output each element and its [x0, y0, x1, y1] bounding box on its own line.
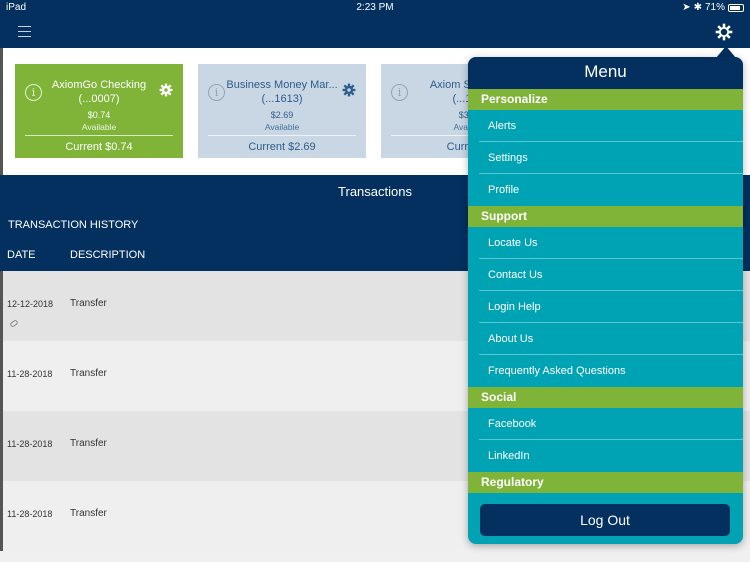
section-personalize: Personalize — [468, 89, 743, 110]
section-social: Social — [468, 387, 743, 408]
available-amount: $0.74 — [87, 110, 111, 120]
menu-title: Menu — [468, 57, 743, 89]
menu-item-contact-us[interactable]: Contact Us — [479, 259, 743, 291]
menu-item-linkedin[interactable]: LinkedIn — [479, 440, 743, 472]
transaction-description: Transfer — [70, 298, 107, 309]
menu-item-settings[interactable]: Settings — [479, 142, 743, 174]
transaction-description: Transfer — [70, 368, 107, 379]
battery-icon — [728, 3, 744, 12]
account-name: Business Money Mar... — [226, 79, 338, 91]
status-icons: ➤ ✱ 71% — [682, 2, 744, 13]
transaction-date: 11-28-2018 — [7, 369, 53, 379]
menu-item-alerts[interactable]: Alerts — [479, 110, 743, 142]
menu-popover: Menu Personalize Alerts Settings Profile… — [468, 57, 743, 544]
logout-button[interactable]: Log Out — [480, 504, 730, 536]
gear-icon[interactable] — [714, 22, 734, 42]
current-balance: Current $2.69 — [248, 141, 316, 153]
account-number: (...1613) — [261, 93, 303, 105]
transaction-date: 11-28-2018 — [7, 509, 53, 519]
menu-item-profile[interactable]: Profile — [479, 174, 743, 206]
hamburger-menu-icon[interactable] — [18, 26, 31, 37]
transaction-description: Transfer — [70, 508, 107, 519]
current-balance: Current $0.74 — [65, 141, 133, 153]
account-settings-gear-icon[interactable] — [159, 83, 173, 97]
clock: 2:23 PM — [356, 2, 394, 13]
menu-item-facebook[interactable]: Facebook — [479, 408, 743, 440]
transaction-description: Transfer — [70, 438, 107, 449]
menu-item-faq[interactable]: Frequently Asked Questions — [479, 355, 743, 387]
menu-item-login-help[interactable]: Login Help — [479, 291, 743, 323]
transaction-date: 12-12-2018 — [7, 299, 54, 309]
available-amount: $2.69 — [270, 110, 294, 120]
bluetooth-icon: ✱ — [693, 2, 702, 13]
status-bar: iPad 2:23 PM ➤ ✱ 71% — [0, 0, 750, 16]
account-settings-gear-icon[interactable] — [342, 83, 356, 97]
column-header-date[interactable]: DATE — [7, 249, 36, 261]
account-number: (...0007) — [78, 93, 120, 105]
menu-item-locate-us[interactable]: Locate Us — [479, 227, 743, 259]
transaction-history-label: TRANSACTION HISTORY — [8, 219, 139, 231]
account-card[interactable]: i Business Money Mar... (...1613) $2.69 … — [198, 64, 366, 158]
available-label: Available — [81, 122, 117, 132]
menu-item-about-us[interactable]: About Us — [479, 323, 743, 355]
location-icon: ➤ — [682, 2, 691, 13]
account-card[interactable]: i AxiomGo Checking (...0007) $0.74 Avail… — [15, 64, 183, 158]
nav-bar — [0, 16, 750, 48]
account-name: AxiomGo Checking — [51, 79, 147, 91]
available-label: Available — [264, 122, 300, 132]
transaction-date: 11-28-2018 — [7, 439, 53, 449]
divider — [25, 135, 173, 136]
divider — [208, 135, 356, 136]
battery-percent: 71% — [704, 2, 725, 13]
section-regulatory[interactable]: Regulatory — [468, 472, 743, 493]
section-support: Support — [468, 206, 743, 227]
column-header-description[interactable]: DESCRIPTION — [70, 249, 145, 261]
attachment-icon[interactable] — [9, 319, 19, 328]
